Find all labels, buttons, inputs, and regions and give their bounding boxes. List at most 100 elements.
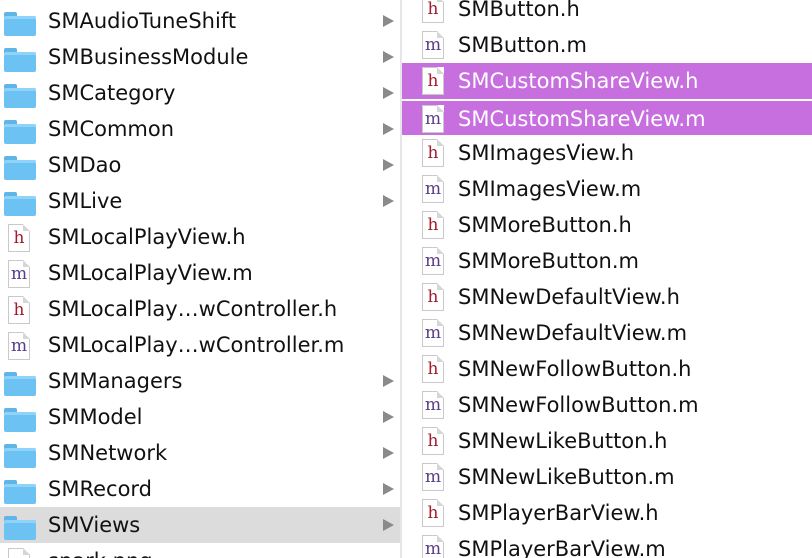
item-name: SMLocalPlay…wController.m [48,333,345,357]
disclosure-arrow-icon [383,15,394,27]
file-row[interactable]: h SMButton.h [402,0,812,27]
disclosure-arrow-icon [383,375,394,387]
disclosure-arrow-icon [383,159,394,171]
item-name: SMLive [48,189,123,213]
source-file-icon: m [418,31,444,59]
folder-row[interactable]: SMCategory [0,75,400,111]
file-row[interactable]: h SMNewFollowButton.h [402,351,812,387]
file-row[interactable]: m SMLocalPlay…wController.m [0,327,400,363]
disclosure-arrow-icon [383,483,394,495]
folder-icon [4,404,36,432]
source-file-icon: m [418,535,444,558]
disclosure-arrow-icon [383,195,394,207]
file-row[interactable]: m SMCustomShareView.m [402,99,812,135]
item-name: SMLocalPlayView.h [48,225,246,249]
file-row[interactable]: h SMNewLikeButton.h [402,423,812,459]
column-left: SMAudioTuneShift SMBusinessModule SMCatego… [0,0,400,558]
source-file-icon: m [418,319,444,347]
disclosure-arrow-icon [383,87,394,99]
folder-icon [4,44,36,72]
item-name: SMNewLikeButton.h [458,429,668,453]
item-name: SMButton.h [458,0,580,21]
item-name: spark.png [48,543,153,558]
item-name: SMRecord [48,477,153,501]
folder-icon [4,368,36,396]
file-row[interactable]: spark.png [0,543,400,558]
item-name: SMLocalPlayView.m [48,261,253,285]
file-row[interactable]: m SMButton.m [402,27,812,63]
file-row[interactable]: h SMNewDefaultView.h [402,279,812,315]
source-file-icon: m [418,463,444,491]
disclosure-arrow-icon [383,411,394,423]
folder-row[interactable]: SMCommon [0,111,400,147]
header-file-icon: h [418,67,444,95]
file-row[interactable]: h SMLocalPlay…wController.h [0,291,400,327]
item-name: SMLocalPlay…wController.h [48,297,338,321]
folder-row[interactable]: SMDao [0,147,400,183]
folder-row[interactable]: SMAudioTuneShift [0,3,400,39]
file-row[interactable]: h SMMoreButton.h [402,207,812,243]
item-name: SMNewFollowButton.m [458,393,699,417]
item-name: SMViews [48,513,141,537]
left-file-list: SMAudioTuneShift SMBusinessModule SMCatego… [0,3,400,558]
item-name: SMMoreButton.m [458,249,639,273]
right-file-list: h SMButton.h m SMButton.m h SMCustomShareView… [402,0,812,558]
item-name: SMAudioTuneShift [48,9,237,33]
header-file-icon: h [418,355,444,383]
folder-row[interactable]: SMBusinessModule [0,39,400,75]
disclosure-arrow-icon [383,123,394,135]
file-row[interactable]: m SMNewDefaultView.m [402,315,812,351]
item-name: SMPlayerBarView.h [458,501,659,525]
folder-row[interactable]: SMRecord [0,471,400,507]
item-name: SMImagesView.h [458,141,635,165]
item-name: SMButton.m [458,33,587,57]
item-name: SMNetwork [48,441,168,465]
folder-row[interactable]: SMManagers [0,363,400,399]
folder-row[interactable]: SMLive [0,183,400,219]
header-file-icon: h [418,211,444,239]
source-file-icon: m [418,391,444,419]
item-name: SMNewDefaultView.h [458,285,680,309]
item-name: SMCustomShareView.m [458,107,706,131]
file-row[interactable]: m SMNewLikeButton.m [402,459,812,495]
header-file-icon: h [418,0,444,23]
file-row[interactable]: m SMNewFollowButton.m [402,387,812,423]
folder-row[interactable]: SMViews [0,507,400,543]
file-row[interactable]: h SMCustomShareView.h [402,63,812,99]
item-name: SMPlayerBarView.m [458,537,666,558]
folder-icon [4,476,36,504]
item-name: SMDao [48,153,122,177]
file-row[interactable]: m SMMoreButton.m [402,243,812,279]
folder-row[interactable]: SMModel [0,399,400,435]
header-file-icon: h [418,139,444,167]
file-row[interactable]: h SMImagesView.h [402,135,812,171]
item-name: SMModel [48,405,143,429]
folder-icon [4,152,36,180]
source-file-icon: m [4,260,34,288]
item-name: SMCustomShareView.h [458,69,699,93]
file-row[interactable]: m SMLocalPlayView.m [0,255,400,291]
column-right: h SMButton.h m SMButton.m h SMCustomShareView… [402,0,812,558]
source-file-icon: m [4,332,34,360]
file-row[interactable]: h SMPlayerBarView.h [402,495,812,531]
file-row[interactable]: m SMPlayerBarView.m [402,531,812,558]
folder-icon [4,188,36,216]
header-file-icon: h [418,427,444,455]
folder-icon [4,80,36,108]
header-file-icon: h [418,499,444,527]
item-name: SMNewFollowButton.h [458,357,692,381]
file-row[interactable]: m SMImagesView.m [402,171,812,207]
folder-row[interactable]: SMNetwork [0,435,400,471]
file-row[interactable]: h SMLocalPlayView.h [0,219,400,255]
item-name: SMCategory [48,81,176,105]
source-file-icon: m [418,175,444,203]
source-file-icon: m [418,247,444,275]
folder-icon [4,116,36,144]
disclosure-arrow-icon [383,51,394,63]
item-name: SMNewDefaultView.m [458,321,688,345]
disclosure-arrow-icon [383,447,394,459]
item-name: SMManagers [48,369,183,393]
folder-icon [4,8,36,36]
header-file-icon: h [418,283,444,311]
header-file-icon: h [4,296,34,324]
